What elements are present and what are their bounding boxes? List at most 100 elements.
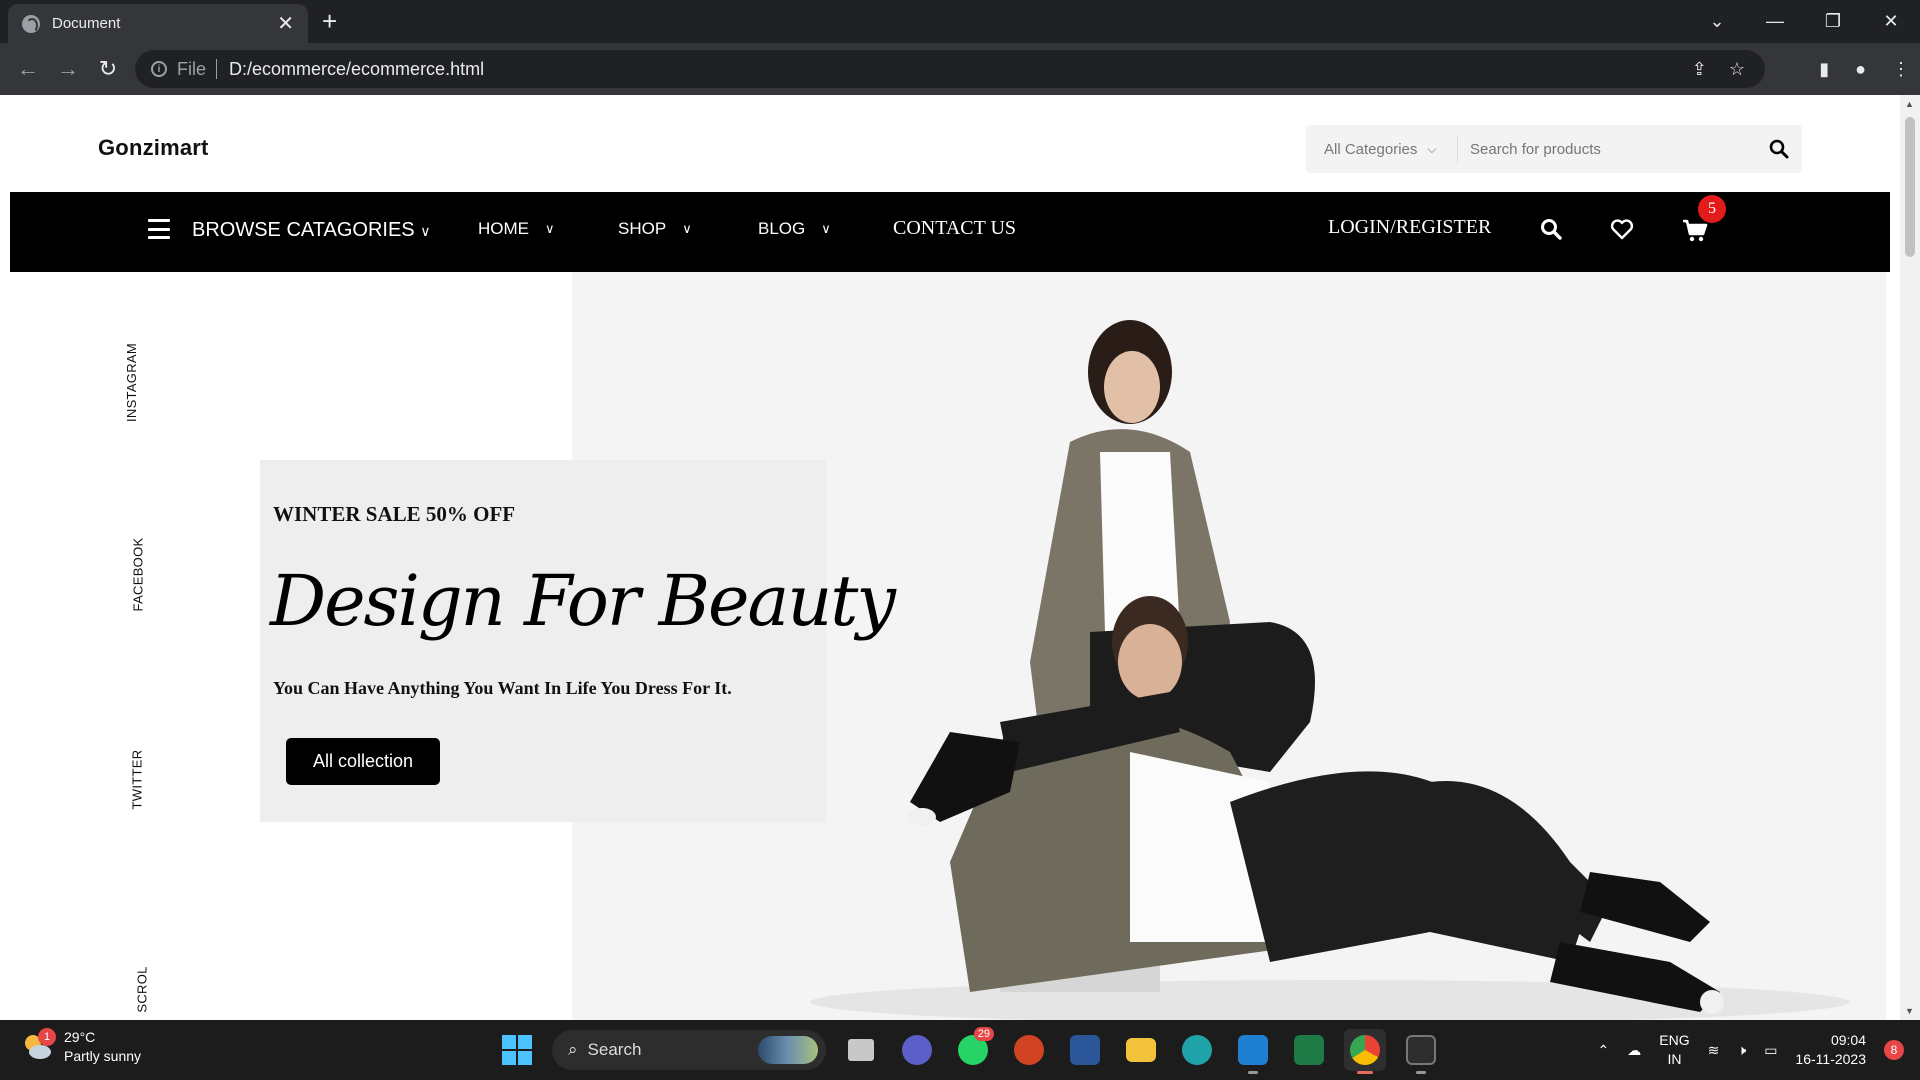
search-input[interactable] bbox=[1458, 140, 1756, 158]
battery-icon[interactable]: ▭ bbox=[1764, 1042, 1777, 1059]
product-search: All Categories ⌵ bbox=[1306, 125, 1802, 173]
clock-time: 09:04 bbox=[1830, 1032, 1866, 1048]
taskbar-apps: ⌕ Search 29 bbox=[496, 1027, 1442, 1074]
site-info-icon[interactable]: i bbox=[151, 61, 167, 77]
search-icon[interactable] bbox=[1756, 139, 1802, 159]
back-icon[interactable]: ← bbox=[8, 56, 48, 82]
meet-icon[interactable] bbox=[896, 1029, 938, 1071]
clock-date: 16-11-2023 bbox=[1795, 1051, 1866, 1067]
nav-contact[interactable]: CONTACT US bbox=[893, 217, 1016, 240]
heart-icon[interactable] bbox=[1610, 218, 1634, 245]
vscode-icon[interactable] bbox=[1232, 1029, 1274, 1074]
all-collection-button[interactable]: All collection bbox=[286, 738, 440, 785]
chevron-down-icon: ∨ bbox=[682, 221, 692, 236]
browser-tab[interactable]: Document ✕ bbox=[8, 4, 308, 43]
weather-temperature: 29°C bbox=[64, 1029, 96, 1045]
language-code: ENG bbox=[1659, 1032, 1690, 1048]
address-url[interactable]: D:/ecommerce/ecommerce.html bbox=[229, 59, 484, 80]
wifi-icon[interactable]: ≋ bbox=[1708, 1042, 1720, 1059]
sale-heading: WINTER SALE 50% OFF bbox=[273, 502, 516, 526]
task-view-icon[interactable] bbox=[840, 1029, 882, 1071]
word-icon[interactable] bbox=[1064, 1029, 1106, 1071]
category-select-value: All Categories bbox=[1324, 140, 1418, 158]
site-logo[interactable]: Gonzimart bbox=[98, 135, 209, 161]
globe-icon bbox=[22, 14, 40, 33]
hamburger-icon[interactable] bbox=[148, 219, 170, 239]
reload-icon[interactable]: ↻ bbox=[88, 56, 128, 82]
social-instagram-link[interactable]: INSTAGRAM bbox=[124, 343, 139, 422]
scroll-down-icon[interactable]: ▼ bbox=[1905, 1006, 1914, 1016]
browser-titlebar: Document ✕ + ⌄ — ❐ ✕ bbox=[0, 0, 1920, 43]
page-scrollbar[interactable]: ▲ ▼ bbox=[1900, 95, 1920, 1020]
powerpoint-icon[interactable] bbox=[1008, 1029, 1050, 1071]
login-register-link[interactable]: LOGIN/REGISTER bbox=[1328, 216, 1491, 239]
address-bar[interactable]: i File D:/ecommerce/ecommerce.html ⇪ ☆ bbox=[135, 50, 1765, 88]
search-icon[interactable] bbox=[1540, 218, 1562, 245]
hero-models-image bbox=[810, 320, 1850, 1020]
region-code: IN bbox=[1667, 1051, 1682, 1067]
excel-icon[interactable] bbox=[1288, 1029, 1330, 1071]
profile-icon[interactable]: ● bbox=[1855, 59, 1866, 80]
chevron-down-icon: ⌵ bbox=[1427, 141, 1437, 156]
scrollbar-thumb[interactable] bbox=[1905, 117, 1915, 257]
nav-shop[interactable]: SHOP ∨ bbox=[618, 219, 692, 239]
close-window-icon[interactable]: ✕ bbox=[1862, 11, 1920, 32]
scroll-up-icon[interactable]: ▲ bbox=[1905, 99, 1914, 109]
browse-categories[interactable]: BROWSE CATAGORIES ∨ bbox=[192, 219, 430, 242]
browse-categories-label: BROWSE CATAGORIES bbox=[192, 219, 415, 241]
windows-logo-icon bbox=[502, 1035, 532, 1065]
minimize-icon[interactable]: — bbox=[1746, 11, 1804, 32]
scroll-indicator[interactable]: SCROL bbox=[135, 966, 150, 1012]
show-hidden-icons-icon[interactable]: ⌃ bbox=[1598, 1042, 1610, 1059]
input-language[interactable]: ENG IN bbox=[1659, 1031, 1689, 1069]
tab-search-icon[interactable]: ⌄ bbox=[1688, 11, 1746, 32]
chevron-down-icon: ∨ bbox=[821, 221, 831, 236]
cart-icon[interactable] bbox=[1682, 219, 1708, 248]
taskbar-search[interactable]: ⌕ Search bbox=[552, 1030, 826, 1070]
onedrive-icon[interactable]: ☁ bbox=[1627, 1042, 1641, 1059]
terminal-icon[interactable] bbox=[1400, 1029, 1442, 1074]
bookmark-star-icon[interactable]: ☆ bbox=[1729, 59, 1745, 80]
search-highlight-image bbox=[758, 1036, 818, 1064]
clock[interactable]: 09:04 16-11-2023 bbox=[1795, 1031, 1866, 1069]
whatsapp-count-badge: 29 bbox=[973, 1027, 994, 1041]
social-twitter-link[interactable]: TWITTER bbox=[129, 750, 144, 810]
nav-home[interactable]: HOME ∨ bbox=[478, 219, 555, 239]
windows-taskbar: 1 29°C Partly sunny ⌕ Search 29 ⌃ ☁ ENG bbox=[0, 1020, 1920, 1080]
address-separator bbox=[216, 59, 218, 79]
start-button[interactable] bbox=[496, 1029, 538, 1071]
close-tab-icon[interactable]: ✕ bbox=[277, 14, 294, 34]
tab-title: Document bbox=[52, 15, 121, 32]
forward-icon[interactable]: → bbox=[48, 56, 88, 82]
search-icon: ⌕ bbox=[568, 1040, 578, 1059]
volume-muted-icon[interactable]: 🕨 bbox=[1737, 1042, 1746, 1059]
browser-toolbar: ← → ↻ i File D:/ecommerce/ecommerce.html… bbox=[0, 43, 1920, 95]
chrome-icon[interactable] bbox=[1344, 1029, 1386, 1074]
notification-badge[interactable]: 8 bbox=[1884, 1040, 1904, 1060]
side-panel-icon[interactable]: ▮ bbox=[1819, 59, 1829, 80]
nav-blog[interactable]: BLOG ∨ bbox=[758, 219, 831, 239]
window-controls: ⌄ — ❐ ✕ bbox=[1688, 0, 1920, 43]
edge-icon[interactable] bbox=[1176, 1029, 1218, 1071]
weather-widget[interactable]: 1 29°C Partly sunny bbox=[22, 1028, 141, 1066]
system-tray: ⌃ ☁ ENG IN ≋ 🕨 ▭ 09:04 16-11-2023 8 bbox=[1598, 1020, 1904, 1080]
promo-card: WINTER SALE 50% OFF Design For Beauty Yo… bbox=[260, 460, 896, 822]
share-icon[interactable]: ⇪ bbox=[1692, 59, 1707, 80]
page-viewport: Gonzimart All Categories ⌵ BROWSE CATAGO… bbox=[0, 95, 1920, 1020]
hero-headline: Design For Beauty bbox=[270, 560, 896, 642]
social-facebook-link[interactable]: FACEBOOK bbox=[130, 538, 145, 612]
new-tab-button[interactable]: + bbox=[322, 6, 337, 36]
weather-condition: Partly sunny bbox=[64, 1048, 142, 1064]
whatsapp-icon[interactable]: 29 bbox=[952, 1027, 994, 1071]
nav-home-label: HOME bbox=[478, 219, 529, 238]
file-explorer-icon[interactable] bbox=[1120, 1029, 1162, 1071]
hero-banner: INSTAGRAM FACEBOOK TWITTER SCROL WINTER … bbox=[10, 272, 1886, 1020]
menu-kebab-icon[interactable]: ⋮ bbox=[1892, 59, 1910, 80]
main-navigation: BROWSE CATAGORIES ∨ HOME ∨ SHOP ∨ BLOG ∨… bbox=[10, 192, 1890, 272]
nav-shop-label: SHOP bbox=[618, 219, 667, 238]
restore-icon[interactable]: ❐ bbox=[1804, 11, 1862, 32]
category-select[interactable]: All Categories ⌵ bbox=[1306, 135, 1458, 163]
cart-count-badge: 5 bbox=[1698, 195, 1726, 223]
address-scheme: File bbox=[177, 58, 207, 79]
weather-alert-badge: 1 bbox=[38, 1028, 56, 1046]
